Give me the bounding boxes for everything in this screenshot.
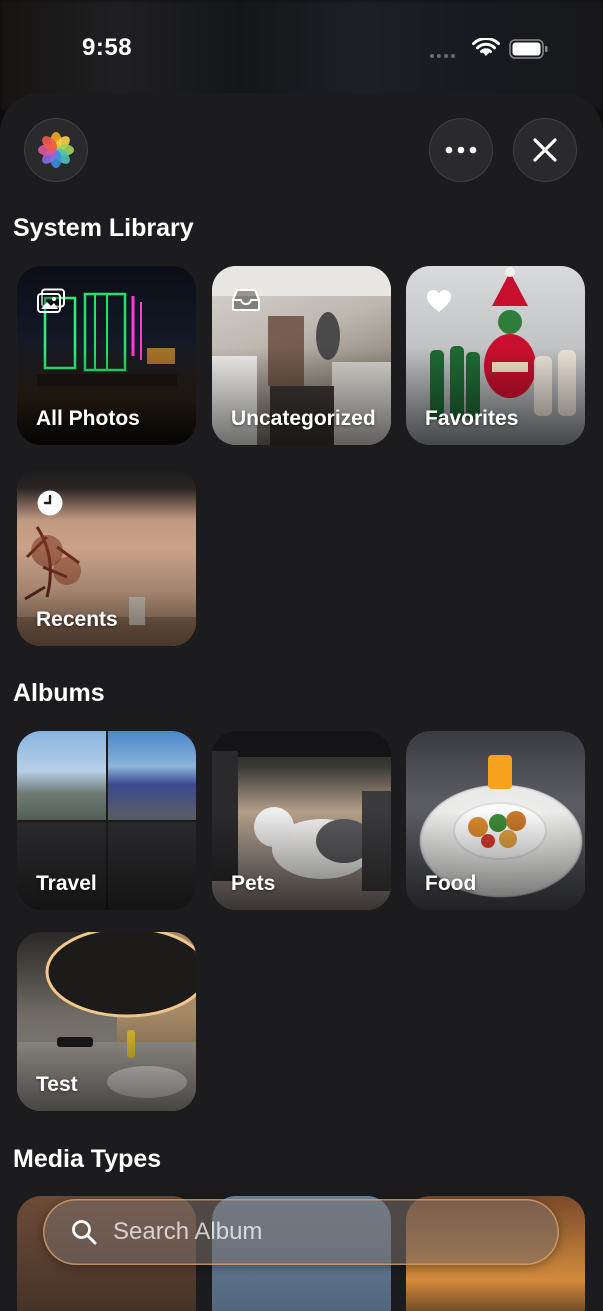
- photos-app-icon: [38, 132, 74, 168]
- album-tile-travel[interactable]: Travel: [17, 731, 196, 910]
- status-time: 9:58: [82, 34, 133, 61]
- album-picker-sheet: System Library All Photos Uncategorized …: [0, 93, 603, 1311]
- ellipsis-icon: [445, 146, 477, 154]
- battery-icon: [509, 39, 548, 59]
- tile-label: Uncategorized: [231, 407, 376, 430]
- status-bar: 9:58: [0, 0, 603, 92]
- tile-label: Recents: [36, 608, 118, 631]
- clock-icon: [37, 490, 63, 516]
- album-tile-uncategorized[interactable]: Uncategorized: [212, 266, 391, 445]
- section-title-albums: Albums: [13, 679, 105, 707]
- section-title-media-types: Media Types: [13, 1145, 162, 1173]
- section-title-system-library: System Library: [13, 214, 194, 242]
- tile-label: Travel: [36, 872, 97, 895]
- album-tile-food[interactable]: Food: [406, 731, 585, 910]
- more-options-button[interactable]: [429, 118, 493, 182]
- search-icon: [72, 1220, 97, 1245]
- wifi-icon: [472, 38, 500, 56]
- tile-label: Test: [36, 1073, 78, 1096]
- heart-icon: [427, 290, 451, 312]
- tile-label: Favorites: [425, 407, 519, 430]
- album-tile-all-photos[interactable]: All Photos: [17, 266, 196, 445]
- search-bar[interactable]: [43, 1199, 559, 1265]
- photos-app-button[interactable]: [24, 118, 88, 182]
- search-input[interactable]: [111, 1217, 515, 1247]
- album-tile-pets[interactable]: Pets: [212, 731, 391, 910]
- album-tile-favorites[interactable]: Favorites: [406, 266, 585, 445]
- close-icon: [533, 138, 557, 162]
- tile-label: Pets: [231, 872, 276, 895]
- album-tile-recents[interactable]: Recents: [17, 467, 196, 646]
- album-tile-test[interactable]: Test: [17, 932, 196, 1111]
- cellular-signal-icon: [430, 54, 455, 58]
- tray-icon: [232, 289, 260, 311]
- close-button[interactable]: [513, 118, 577, 182]
- tile-label: Food: [425, 872, 477, 895]
- tile-label: All Photos: [36, 407, 140, 430]
- photo-stack-icon: [37, 288, 65, 313]
